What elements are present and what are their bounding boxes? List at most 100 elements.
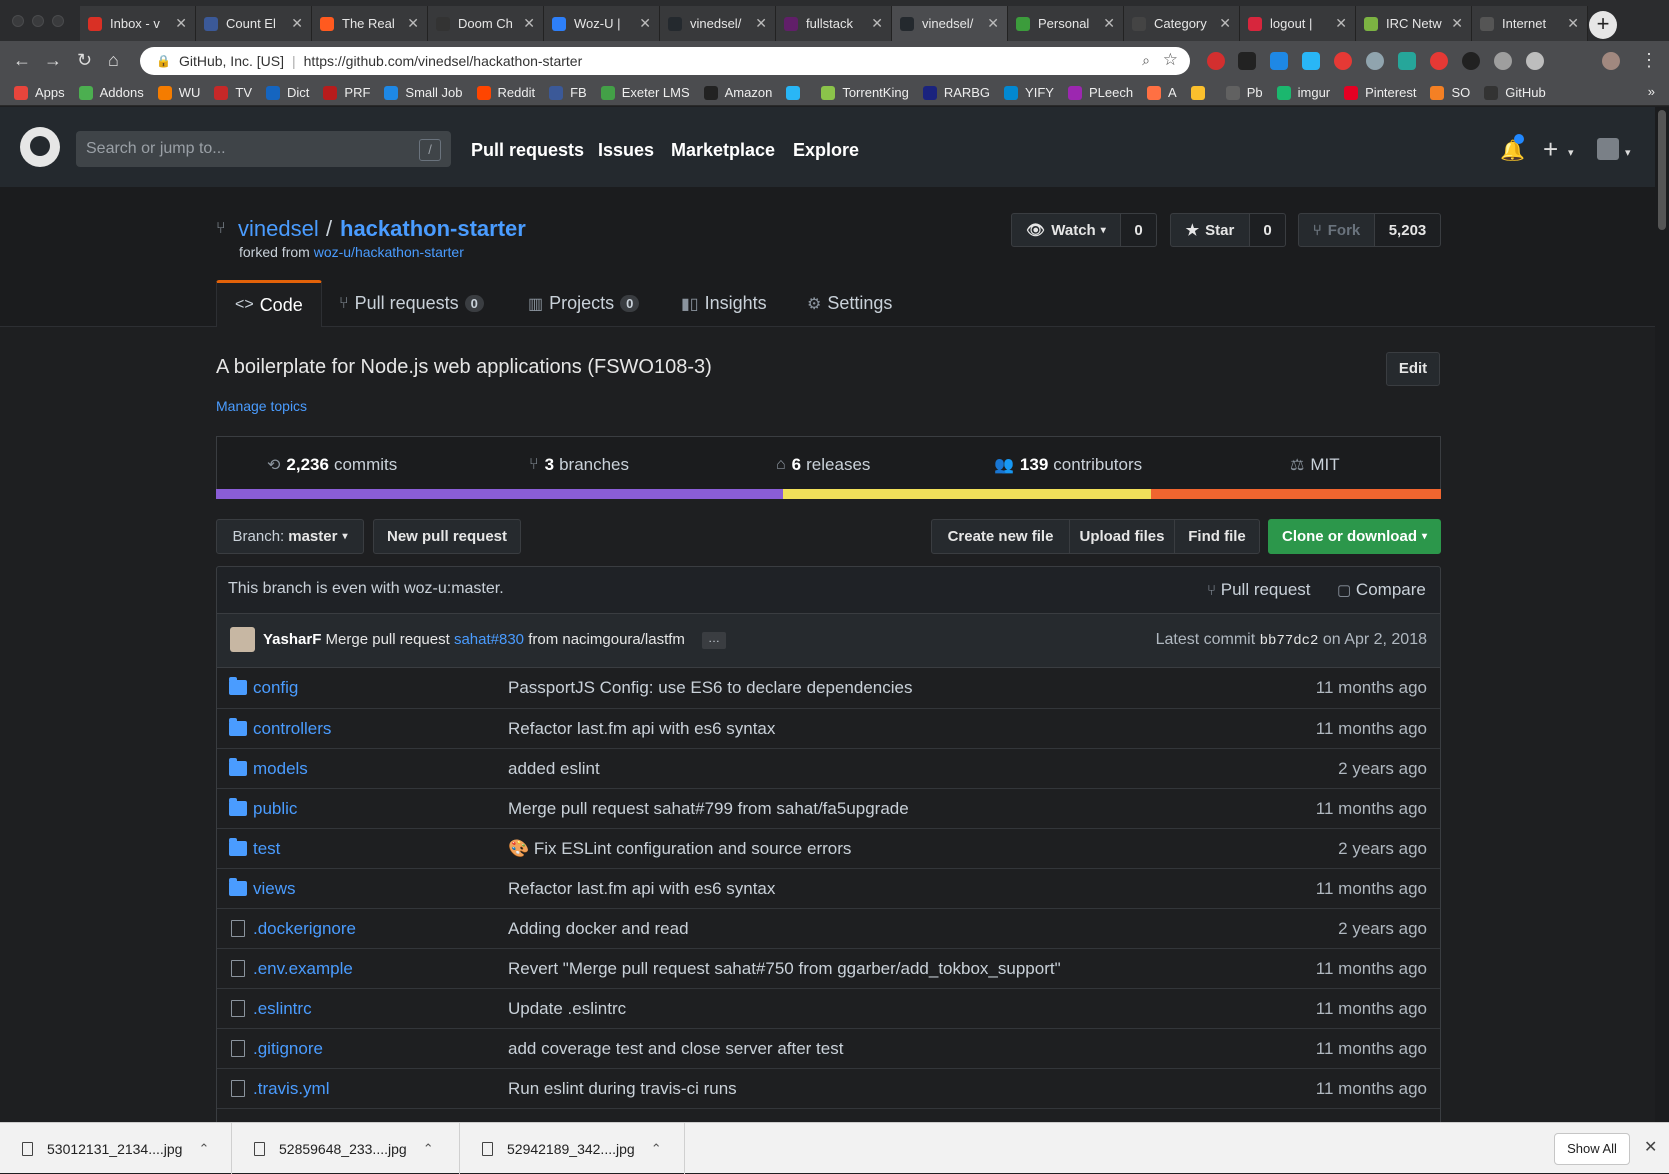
home-icon[interactable]: ⌂ bbox=[108, 50, 119, 71]
bookmark-item[interactable]: PRF bbox=[323, 85, 370, 100]
file-commit-message[interactable]: Adding docker and read bbox=[508, 919, 689, 939]
browser-tab[interactable]: vinedsel/ ✕ bbox=[660, 6, 776, 41]
download-item[interactable]: 53012131_2134....jpg ⌃ bbox=[0, 1123, 232, 1174]
compare-link[interactable]: ▢ Compare bbox=[1337, 580, 1426, 600]
close-tab-icon[interactable]: ✕ bbox=[175, 15, 187, 32]
branches-stat[interactable]: ⑂ 3 branches bbox=[529, 455, 629, 475]
commit-message-suffix[interactable]: from nacimgoura/lastfm bbox=[528, 631, 685, 648]
pull-request-link[interactable]: ⑂ Pull request bbox=[1207, 580, 1311, 600]
extension-icon[interactable] bbox=[1526, 52, 1544, 70]
file-name-link[interactable]: controllers bbox=[253, 719, 331, 739]
window-minimize-button[interactable] bbox=[32, 15, 44, 27]
browser-tab[interactable]: Woz-U | ✕ bbox=[544, 6, 660, 41]
chevron-up-icon[interactable]: ⌃ bbox=[651, 1141, 662, 1157]
browser-tab[interactable]: Inbox - v ✕ bbox=[80, 6, 196, 41]
nav-marketplace[interactable]: Marketplace bbox=[671, 140, 775, 161]
bookmark-item[interactable]: YIFY bbox=[1004, 85, 1054, 100]
user-avatar[interactable] bbox=[1597, 138, 1619, 160]
file-commit-message[interactable]: Update .eslintrc bbox=[508, 999, 626, 1019]
file-name-link[interactable]: models bbox=[253, 759, 308, 779]
bookmark-item[interactable]: SO bbox=[1430, 85, 1470, 100]
close-tab-icon[interactable]: ✕ bbox=[1103, 15, 1115, 32]
file-name-link[interactable]: views bbox=[253, 879, 296, 899]
file-commit-message[interactable]: added eslint bbox=[508, 759, 600, 779]
extension-icon[interactable] bbox=[1462, 52, 1480, 70]
close-icon[interactable]: ✕ bbox=[1644, 1137, 1657, 1157]
file-commit-message[interactable]: 🎨 Fix ESLint configuration and source er… bbox=[508, 839, 851, 859]
bookmark-item[interactable]: Small Job bbox=[384, 85, 463, 100]
nav-issues[interactable]: Issues bbox=[598, 140, 654, 161]
bookmark-item[interactable]: Pinterest bbox=[1344, 85, 1416, 100]
nav-explore[interactable]: Explore bbox=[793, 140, 859, 161]
find-file-button[interactable]: Find file bbox=[1174, 519, 1260, 554]
scrollbar-thumb[interactable] bbox=[1658, 110, 1666, 230]
fork-button[interactable]: ⑂ Fork bbox=[1298, 213, 1375, 247]
browser-tab[interactable]: IRC Netw ✕ bbox=[1356, 6, 1472, 41]
nav-pull-requests[interactable]: Pull requests bbox=[471, 140, 584, 161]
upload-files-button[interactable]: Upload files bbox=[1069, 519, 1175, 554]
license-stat[interactable]: ⚖ MIT bbox=[1290, 455, 1340, 475]
address-bar[interactable]: 🔒 GitHub, Inc. [US] | https://github.com… bbox=[140, 47, 1190, 75]
tab-settings[interactable]: ⚙ Settings bbox=[807, 280, 892, 327]
reload-icon[interactable]: ↻ bbox=[77, 50, 92, 71]
fork-count[interactable]: 5,203 bbox=[1374, 213, 1441, 247]
edit-description-button[interactable]: Edit bbox=[1386, 352, 1440, 386]
tab-projects[interactable]: ▥ Projects 0 bbox=[528, 280, 640, 327]
browser-tab[interactable]: Category ✕ bbox=[1124, 6, 1240, 41]
chevron-down-icon[interactable]: ▾ bbox=[1568, 146, 1574, 159]
commit-message-prefix[interactable]: Merge pull request bbox=[326, 631, 450, 648]
close-tab-icon[interactable]: ✕ bbox=[1219, 15, 1231, 32]
show-all-downloads-button[interactable]: Show All bbox=[1554, 1133, 1630, 1165]
file-name-link[interactable]: .dockerignore bbox=[253, 919, 356, 939]
create-new-file-button[interactable]: Create new file bbox=[931, 519, 1070, 554]
bookmark-item[interactable]: WU bbox=[157, 85, 200, 100]
file-commit-message[interactable]: Revert "Merge pull request sahat#750 fro… bbox=[508, 959, 1061, 979]
close-tab-icon[interactable]: ✕ bbox=[523, 15, 535, 32]
bookmark-item[interactable]: Addons bbox=[78, 85, 144, 100]
zoom-icon[interactable]: ⌕ bbox=[1142, 52, 1150, 69]
file-name-link[interactable]: config bbox=[253, 678, 298, 698]
file-name-link[interactable]: .eslintrc bbox=[253, 999, 312, 1019]
clone-or-download-button[interactable]: Clone or download ▾ bbox=[1268, 519, 1441, 554]
close-tab-icon[interactable]: ✕ bbox=[871, 15, 883, 32]
file-name-link[interactable]: .gitignore bbox=[253, 1039, 323, 1059]
file-commit-message[interactable]: Refactor last.fm api with es6 syntax bbox=[508, 719, 775, 739]
releases-stat[interactable]: ⌂ 6 releases bbox=[776, 455, 870, 475]
extension-icon[interactable] bbox=[1302, 52, 1320, 70]
tab-code[interactable]: <> Code bbox=[216, 280, 322, 327]
github-logo-icon[interactable] bbox=[20, 127, 60, 167]
bookmark-item[interactable]: Apps bbox=[14, 85, 65, 100]
back-icon[interactable]: ← bbox=[13, 50, 31, 71]
bookmark-item[interactable]: FB bbox=[549, 85, 587, 100]
new-pull-request-button[interactable]: New pull request bbox=[373, 519, 521, 554]
page-scrollbar[interactable] bbox=[1655, 107, 1669, 1122]
download-item[interactable]: 52942189_342....jpg ⌃ bbox=[460, 1123, 685, 1174]
bookmark-item[interactable]: Pb bbox=[1225, 85, 1263, 100]
file-commit-message[interactable]: Run eslint during travis-ci runs bbox=[508, 1079, 737, 1099]
browser-tab[interactable]: The Real ✕ bbox=[312, 6, 428, 41]
contributors-stat[interactable]: 👥 139 contributors bbox=[994, 455, 1142, 475]
close-tab-icon[interactable]: ✕ bbox=[1567, 15, 1579, 32]
close-tab-icon[interactable]: ✕ bbox=[639, 15, 651, 32]
close-tab-icon[interactable]: ✕ bbox=[1335, 15, 1347, 32]
bookmark-item[interactable]: imgur bbox=[1276, 85, 1330, 100]
language-bar[interactable] bbox=[216, 489, 1441, 499]
file-commit-message[interactable]: add coverage test and close server after… bbox=[508, 1039, 843, 1059]
bookmark-item[interactable]: TorrentKing bbox=[821, 85, 909, 100]
bookmark-item[interactable]: A bbox=[1147, 85, 1177, 100]
repo-name-link[interactable]: hackathon-starter bbox=[340, 216, 526, 242]
search-input[interactable]: Search or jump to... / bbox=[76, 131, 451, 167]
close-tab-icon[interactable]: ✕ bbox=[1451, 15, 1463, 32]
file-name-link[interactable]: test bbox=[253, 839, 280, 859]
menu-icon[interactable]: ⋮ bbox=[1640, 50, 1658, 71]
bookmark-item[interactable]: TV bbox=[214, 85, 252, 100]
close-tab-icon[interactable]: ✕ bbox=[987, 15, 999, 32]
extension-icon[interactable] bbox=[1494, 52, 1512, 70]
extension-icon[interactable] bbox=[1207, 52, 1225, 70]
bookmark-item[interactable]: Dict bbox=[266, 85, 309, 100]
browser-tab[interactable]: fullstack ✕ bbox=[776, 6, 892, 41]
browser-tab[interactable]: logout | ✕ bbox=[1240, 6, 1356, 41]
bookmark-item[interactable]: GitHub bbox=[1484, 85, 1546, 100]
close-tab-icon[interactable]: ✕ bbox=[291, 15, 303, 32]
tab-pull-requests[interactable]: ⑂ Pull requests 0 bbox=[339, 280, 484, 327]
